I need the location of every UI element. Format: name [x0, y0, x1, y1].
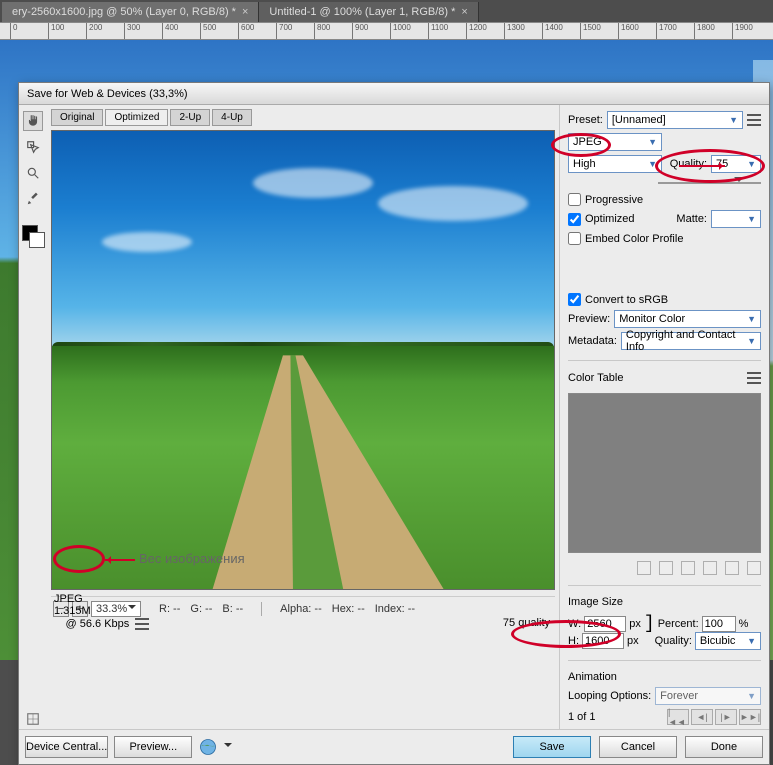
color-table-icon[interactable]: [703, 561, 717, 575]
toggle-slices-icon[interactable]: [23, 709, 43, 729]
color-table: [568, 393, 761, 553]
speed-menu-icon[interactable]: [135, 617, 149, 631]
link-bracket-icon[interactable]: ]: [644, 618, 655, 630]
preset-select[interactable]: [Unnamed]▼: [607, 111, 743, 129]
image-size-label: Image Size: [568, 596, 761, 608]
tab-2up[interactable]: 2-Up: [170, 109, 210, 126]
preview-speed: @ 56.6 Kbps: [66, 618, 130, 630]
flyout-menu-icon[interactable]: [747, 113, 761, 127]
preview-filesize: 1.315M: [54, 605, 91, 617]
progressive-checkbox[interactable]: [568, 193, 581, 206]
color-table-icon[interactable]: [637, 561, 651, 575]
tab-optimized[interactable]: Optimized: [105, 109, 168, 126]
convert-srgb-checkbox[interactable]: [568, 293, 581, 306]
preview-label: Preview:: [568, 313, 610, 325]
color-table-menu-icon[interactable]: [747, 371, 761, 385]
hand-tool-icon[interactable]: [23, 111, 43, 131]
trash-icon[interactable]: [747, 561, 761, 575]
device-central-button[interactable]: Device Central...: [25, 736, 108, 758]
prev-frame-button: ◄|: [691, 709, 713, 725]
looping-label: Looping Options:: [568, 690, 651, 702]
preview-format: JPEG: [54, 593, 149, 605]
preview-button[interactable]: Preview...: [114, 736, 192, 758]
settings-panel: Preset: [Unnamed]▼ JPEG▼ High▼ Quality: …: [559, 105, 769, 729]
metadata-label: Metadata:: [568, 335, 617, 347]
preview-select[interactable]: Monitor Color▼: [614, 310, 761, 328]
resize-quality-select[interactable]: Bicubic▼: [695, 632, 761, 650]
optimized-checkbox[interactable]: [568, 213, 581, 226]
preset-label: Preset:: [568, 114, 603, 126]
cancel-button[interactable]: Cancel: [599, 736, 677, 758]
first-frame-button: |◄◄: [667, 709, 689, 725]
tab-original[interactable]: Original: [51, 109, 103, 126]
metadata-select[interactable]: Copyright and Contact Info▼: [621, 332, 761, 350]
close-icon[interactable]: ×: [461, 6, 467, 18]
document-tab[interactable]: ery-2560x1600.jpg @ 50% (Layer 0, RGB/8)…: [2, 2, 259, 22]
resize-quality-label: Quality:: [655, 635, 692, 647]
zoom-tool-icon[interactable]: [23, 163, 43, 183]
looping-select: Forever▼: [655, 687, 761, 705]
close-icon[interactable]: ×: [242, 6, 248, 18]
matte-label: Matte:: [676, 213, 707, 225]
last-frame-button: ►►|: [739, 709, 761, 725]
height-label: H:: [568, 635, 579, 647]
compression-select[interactable]: High▼: [568, 155, 662, 173]
quality-slider-track[interactable]: [658, 182, 761, 184]
annotation-text: Вес изображения: [139, 551, 245, 566]
preview-image: [52, 131, 554, 589]
save-for-web-dialog: Save for Web & Devices (33,3%): [18, 82, 770, 765]
color-table-icon[interactable]: [659, 561, 673, 575]
quality-input[interactable]: 75▼: [711, 155, 761, 173]
eyedropper-color-swatch[interactable]: [22, 225, 38, 241]
document-tabs: ery-2560x1600.jpg @ 50% (Layer 0, RGB/8)…: [0, 0, 773, 22]
color-table-label: Color Table: [568, 372, 623, 384]
color-table-icon[interactable]: [725, 561, 739, 575]
dialog-title[interactable]: Save for Web & Devices (33,3%): [19, 83, 769, 105]
eyedropper-tool-icon[interactable]: [23, 189, 43, 209]
quality-label: Quality:: [670, 158, 707, 170]
format-select[interactable]: JPEG▼: [568, 133, 662, 151]
frame-counter: 1 of 1: [568, 711, 596, 723]
slice-select-tool-icon[interactable]: [23, 137, 43, 157]
tab-label: Untitled-1 @ 100% (Layer 1, RGB/8) *: [269, 6, 455, 18]
preview-quality: 75 quality: [503, 617, 550, 629]
dialog-toolbar: [19, 105, 47, 729]
done-button[interactable]: Done: [685, 736, 763, 758]
quality-slider-thumb[interactable]: [734, 177, 744, 187]
color-table-icon[interactable]: [681, 561, 695, 575]
width-input[interactable]: [584, 616, 626, 632]
width-label: W:: [568, 618, 581, 630]
next-frame-button: |►: [715, 709, 737, 725]
percent-input[interactable]: [702, 616, 736, 632]
tab-label: ery-2560x1600.jpg @ 50% (Layer 0, RGB/8)…: [12, 6, 236, 18]
save-button[interactable]: Save: [513, 736, 591, 758]
animation-label: Animation: [568, 671, 761, 683]
browser-dropdown-icon[interactable]: [224, 743, 232, 751]
browser-preview-icon[interactable]: [198, 737, 218, 757]
preview-panel: Original Optimized 2-Up 4-Up: [47, 105, 559, 729]
embed-profile-checkbox[interactable]: [568, 232, 581, 245]
tab-4up[interactable]: 4-Up: [212, 109, 252, 126]
matte-select[interactable]: ▼: [711, 210, 761, 228]
preview-image-frame[interactable]: JPEG 1.315M x @ 56.6 Kbps 75 quality: [51, 130, 555, 590]
document-tab[interactable]: Untitled-1 @ 100% (Layer 1, RGB/8) * ×: [259, 2, 478, 22]
percent-label: Percent:: [658, 618, 699, 630]
height-input[interactable]: [582, 633, 624, 649]
horizontal-ruler: 0 100 200 300 400 500 600 700 800 900 10…: [0, 22, 773, 40]
